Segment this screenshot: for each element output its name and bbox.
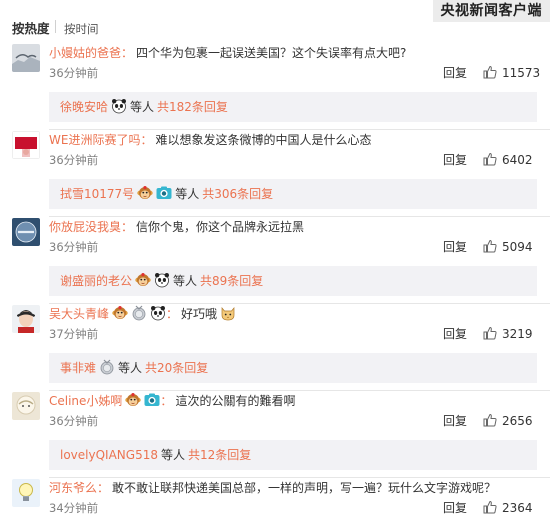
avatar[interactable] — [12, 131, 40, 159]
avatar[interactable] — [12, 44, 40, 72]
comment-time: 36分钟前 — [49, 414, 99, 428]
monkey-icon — [135, 269, 151, 286]
comment-item: 吴大头青峰：好巧哦 37分钟前 回复 3219 事非难 等人 共20条回复 — [0, 305, 550, 392]
comment-time: 36分钟前 — [49, 66, 99, 80]
sub-reply-username[interactable]: 拭雪10177号 — [60, 187, 134, 201]
comment-text: 难以想象发这条微博的中国人是什么心态 — [155, 133, 372, 147]
sub-reply-total[interactable]: 共12条回复 — [188, 448, 251, 462]
sort-by-time-tab[interactable]: 按时间 — [64, 20, 99, 38]
comment-username[interactable]: 河东爷么 — [49, 481, 97, 495]
thumbs-up-icon[interactable] — [483, 239, 497, 253]
sort-bar: 按热度 按时间 央视新闻客户端 — [0, 0, 550, 40]
avatar[interactable] — [12, 479, 40, 507]
comment-time: 37分钟前 — [49, 327, 99, 341]
comment-username[interactable]: WE进洲际赛了吗 — [49, 133, 140, 147]
sub-reply-others: 等人 — [130, 100, 155, 114]
sub-reply-total[interactable]: 共182条回复 — [157, 100, 228, 114]
divider — [49, 477, 550, 478]
reply-button[interactable]: 回复 — [443, 499, 467, 517]
sub-replies[interactable]: 拭雪10177号 等人 共306条回复 — [49, 179, 537, 209]
medal-icon — [99, 356, 115, 375]
camera-icon — [156, 182, 172, 199]
comment-username[interactable]: 小嫚姑的爸爸 — [49, 46, 121, 60]
comment-text: 這次的公關有的難看啊 — [175, 394, 296, 408]
comment-item: Celine小姊啊：這次的公關有的難看啊 36分钟前 回复 2656 lovel… — [0, 392, 550, 479]
thumbs-up-icon[interactable] — [483, 413, 497, 427]
sub-replies[interactable]: 徐晚安哈 等人 共182条回复 — [49, 92, 537, 122]
reply-button[interactable]: 回复 — [443, 325, 467, 343]
sub-reply-others: 等人 — [173, 274, 198, 288]
comment-username[interactable]: 你放屁没我臭 — [49, 220, 121, 234]
sub-reply-total[interactable]: 共20条回复 — [145, 361, 208, 375]
comment-time: 34分钟前 — [49, 501, 99, 515]
panda-icon — [154, 269, 170, 288]
panda-icon — [150, 305, 166, 321]
divider — [49, 216, 550, 217]
comment-username[interactable]: 吴大头青峰 — [49, 307, 109, 321]
reply-button[interactable]: 回复 — [443, 238, 467, 256]
sub-reply-username[interactable]: 徐晚安哈 — [60, 100, 108, 114]
like-count: 3219 — [502, 327, 533, 341]
thumbs-up-icon[interactable] — [483, 65, 497, 79]
comment-item: 你放屁没我臭： 信你个鬼，你这个品牌永远拉黑 36分钟前 回复 5094 谢盛丽的… — [0, 218, 550, 305]
reply-button[interactable]: 回复 — [443, 151, 467, 169]
comment-item: WE进洲际赛了吗： 难以想象发这条微博的中国人是什么心态 36分钟前 回复 640… — [0, 131, 550, 218]
channel-watermark: 央视新闻客户端 — [432, 0, 550, 22]
sub-reply-others: 等人 — [118, 361, 143, 375]
like-count: 2656 — [502, 414, 533, 428]
comment-text: 敢不敢让联邦快递美国总部，一样的声明，写一遍？玩什么文字游戏呢？ — [112, 481, 497, 495]
sub-reply-username[interactable]: 谢盛丽的老公 — [60, 274, 132, 288]
sub-replies[interactable]: lovelyQIANG518 等人 共12条回复 — [49, 440, 537, 470]
reply-button[interactable]: 回复 — [443, 412, 467, 430]
comment-text: 四个华为包裹一起误送美国？这个失误率有点大吧? — [136, 46, 407, 60]
comment-text: 好巧哦 — [181, 307, 218, 321]
sub-replies[interactable]: 事非难 等人 共20条回复 — [49, 353, 537, 383]
sub-reply-total[interactable]: 共306条回复 — [202, 187, 273, 201]
comment-time: 36分钟前 — [49, 240, 99, 254]
thumbs-up-icon[interactable] — [483, 326, 497, 340]
divider — [49, 390, 550, 391]
camera-icon — [144, 392, 160, 408]
monkey-icon — [125, 392, 142, 408]
comment-item: 河东爷么： 敢不敢让联邦快递美国总部，一样的声明，写一遍？玩什么文字游戏呢？ 34… — [0, 479, 550, 526]
sort-by-hot-tab[interactable]: 按热度 — [12, 18, 50, 37]
reply-button[interactable]: 回复 — [443, 64, 467, 82]
avatar[interactable] — [12, 392, 40, 420]
comment-text: 信你个鬼，你这个品牌永远拉黑 — [136, 220, 305, 234]
sub-reply-total[interactable]: 共89条回复 — [200, 274, 263, 288]
like-count: 2364 — [502, 501, 533, 515]
divider — [49, 129, 550, 130]
sort-divider — [55, 20, 56, 33]
thumbs-up-icon[interactable] — [483, 152, 497, 166]
monkey-icon — [112, 305, 128, 321]
thumbs-up-icon[interactable] — [483, 500, 497, 514]
divider — [49, 303, 550, 304]
comment-username[interactable]: Celine小姊啊 — [49, 394, 122, 408]
avatar[interactable] — [12, 305, 40, 333]
comment-time: 36分钟前 — [49, 153, 99, 167]
avatar[interactable] — [12, 218, 40, 246]
like-count: 6402 — [502, 153, 533, 167]
panda-icon — [111, 95, 127, 114]
sub-reply-username[interactable]: lovelyQIANG518 — [60, 448, 158, 462]
comment-item: 小嫚姑的爸爸： 四个华为包裹一起误送美国？这个失误率有点大吧? 36分钟前 回复 … — [0, 44, 550, 131]
like-count: 5094 — [502, 240, 533, 254]
sub-reply-others: 等人 — [175, 187, 200, 201]
cat-icon — [220, 305, 236, 321]
medal-icon — [131, 305, 147, 321]
monkey-icon — [137, 182, 153, 199]
sub-reply-others: 等人 — [160, 448, 185, 462]
like-count: 11573 — [502, 66, 541, 80]
sub-replies[interactable]: 谢盛丽的老公 等人 共89条回复 — [49, 266, 537, 296]
sub-reply-username[interactable]: 事非难 — [60, 361, 96, 375]
